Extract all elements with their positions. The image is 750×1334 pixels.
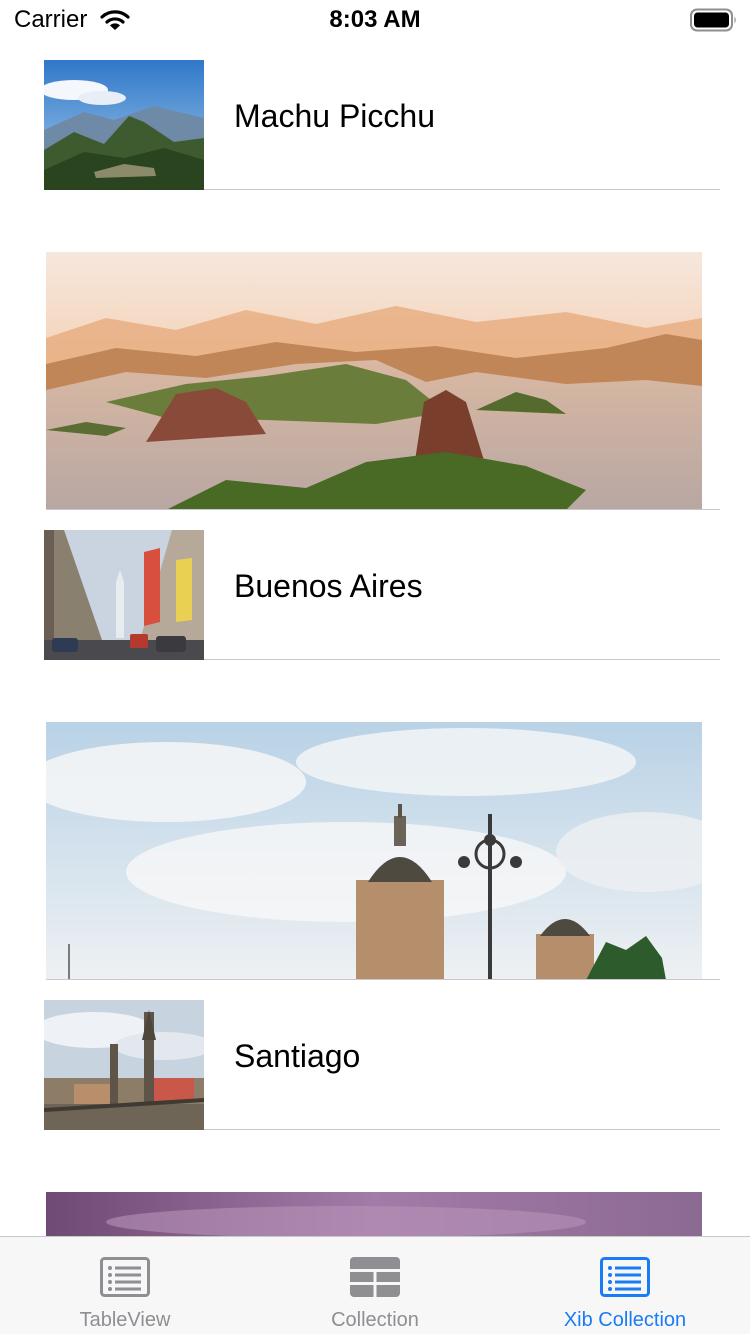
tab-xib-collection[interactable]: Xib Collection — [500, 1237, 750, 1334]
buenos-aires-thumbnail — [44, 530, 204, 660]
collection-list[interactable]: Machu Picchu Buenos Aires Santiago — [0, 40, 750, 1236]
tab-label: TableView — [79, 1309, 171, 1331]
list-item[interactable]: Machu Picchu — [44, 60, 720, 190]
status-time: 8:03 AM — [329, 6, 421, 33]
machu-picchu-thumbnail — [44, 60, 204, 190]
row-divider — [204, 1129, 720, 1130]
battery-icon — [690, 8, 736, 32]
row-divider — [46, 509, 720, 510]
tab-collection[interactable]: Collection — [250, 1237, 500, 1334]
cathedral-towers-panorama[interactable] — [46, 722, 702, 980]
list-icon — [100, 1257, 150, 1297]
tab-label: Xib Collection — [563, 1309, 687, 1331]
tab-label: Collection — [331, 1309, 419, 1331]
row-divider — [204, 659, 720, 660]
tab-tableview[interactable]: TableView — [0, 1237, 250, 1334]
purple-sky-panorama[interactable] — [46, 1192, 702, 1236]
list-item[interactable]: Santiago — [44, 1000, 720, 1130]
grid-icon — [350, 1257, 400, 1297]
list-icon — [600, 1257, 650, 1297]
city-name-label: Machu Picchu — [234, 98, 435, 134]
city-name-label: Santiago — [234, 1038, 361, 1074]
status-bar: Carrier 8:03 AM — [0, 0, 750, 40]
list-item[interactable]: Buenos Aires — [44, 530, 720, 660]
santiago-thumbnail — [44, 1000, 204, 1130]
row-divider — [204, 189, 720, 190]
tab-bar: TableView Collection Xib Collection — [0, 1236, 750, 1334]
rio-de-janeiro-panorama[interactable] — [46, 252, 702, 510]
row-divider — [46, 979, 720, 980]
city-name-label: Buenos Aires — [234, 568, 423, 604]
